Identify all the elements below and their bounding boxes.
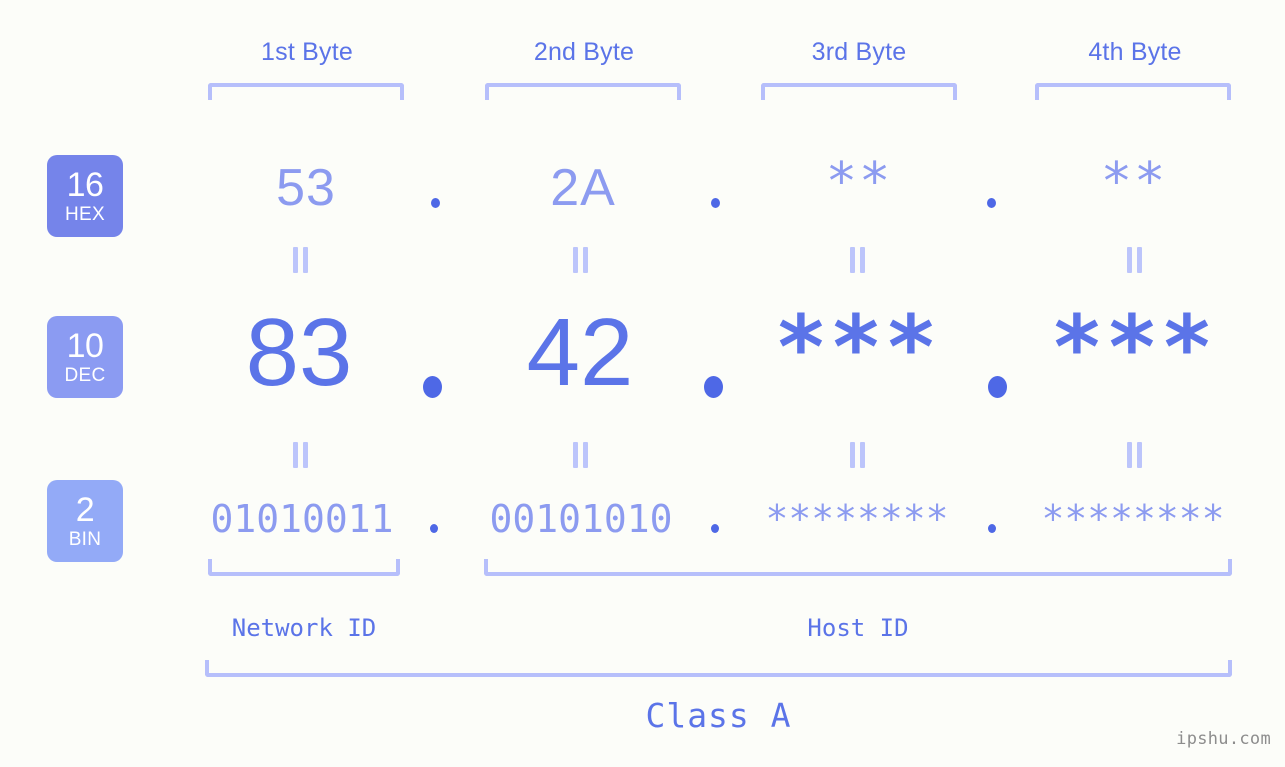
- base-badge-dec: 10 DEC: [47, 316, 123, 398]
- dec-byte-3-value: ***: [774, 296, 940, 399]
- byte-header-1: 1st Byte: [261, 38, 353, 66]
- bin-byte-2-value: 00101010: [489, 497, 673, 541]
- hex-byte-1-value: 53: [276, 159, 336, 217]
- class-bracket: [205, 660, 1232, 677]
- ip-address-breakdown-diagram: 1st Byte 2nd Byte 3rd Byte 4th Byte 16 H…: [0, 0, 1285, 767]
- hex-separator-dot-3: [987, 198, 996, 208]
- equality-mark-hex-dec-4: [1126, 247, 1144, 273]
- equality-mark-dec-bin-1: [292, 442, 310, 468]
- byte-bracket-top-4: [1035, 83, 1231, 100]
- dec-byte-4-value: ***: [1050, 296, 1216, 399]
- network-id-label: Network ID: [231, 614, 377, 642]
- base-badge-dec-number: 10: [66, 327, 104, 365]
- host-id-label: Host ID: [807, 614, 909, 642]
- bin-byte-1-value: 01010011: [210, 497, 394, 541]
- base-badge-dec-name: DEC: [64, 365, 106, 386]
- bin-separator-dot-3: [988, 524, 996, 533]
- equality-mark-dec-bin-2: [572, 442, 590, 468]
- bin-separator-dot-1: [430, 524, 438, 533]
- bin-separator-dot-2: [711, 524, 719, 533]
- hex-byte-3-value: **: [825, 152, 893, 212]
- equality-mark-dec-bin-3: [849, 442, 867, 468]
- dec-separator-dot-3: [988, 376, 1007, 398]
- dec-separator-dot-2: [704, 376, 723, 398]
- hex-separator-dot-2: [711, 198, 720, 208]
- equality-mark-hex-dec-3: [849, 247, 867, 273]
- byte-header-3: 3rd Byte: [811, 38, 907, 66]
- byte-header-4: 4th Byte: [1088, 38, 1182, 66]
- equality-mark-hex-dec-2: [572, 247, 590, 273]
- network-id-bracket: [208, 559, 400, 576]
- hex-separator-dot-1: [431, 198, 440, 208]
- base-badge-hex-number: 16: [66, 166, 104, 204]
- base-badge-bin-number: 2: [75, 491, 95, 529]
- byte-bracket-top-3: [761, 83, 957, 100]
- base-badge-bin-name: BIN: [68, 529, 102, 550]
- class-label: Class A: [645, 696, 792, 735]
- dec-byte-2-value: 42: [526, 299, 634, 406]
- hex-byte-4-value: **: [1100, 152, 1168, 212]
- byte-header-2: 2nd Byte: [533, 38, 635, 66]
- base-badge-hex-name: HEX: [65, 204, 105, 225]
- bin-byte-3-value: ********: [765, 497, 949, 541]
- dec-byte-1-value: 83: [245, 299, 353, 406]
- site-watermark: ipshu.com: [1176, 729, 1271, 749]
- byte-bracket-top-1: [208, 83, 404, 100]
- byte-bracket-top-2: [485, 83, 681, 100]
- base-badge-bin: 2 BIN: [47, 480, 123, 562]
- base-badge-hex: 16 HEX: [47, 155, 123, 237]
- dec-separator-dot-1: [423, 376, 442, 398]
- equality-mark-dec-bin-4: [1126, 442, 1144, 468]
- hex-byte-2-value: 2A: [550, 159, 616, 217]
- host-id-bracket: [484, 559, 1232, 576]
- bin-byte-4-value: ********: [1041, 497, 1225, 541]
- equality-mark-hex-dec-1: [292, 247, 310, 273]
